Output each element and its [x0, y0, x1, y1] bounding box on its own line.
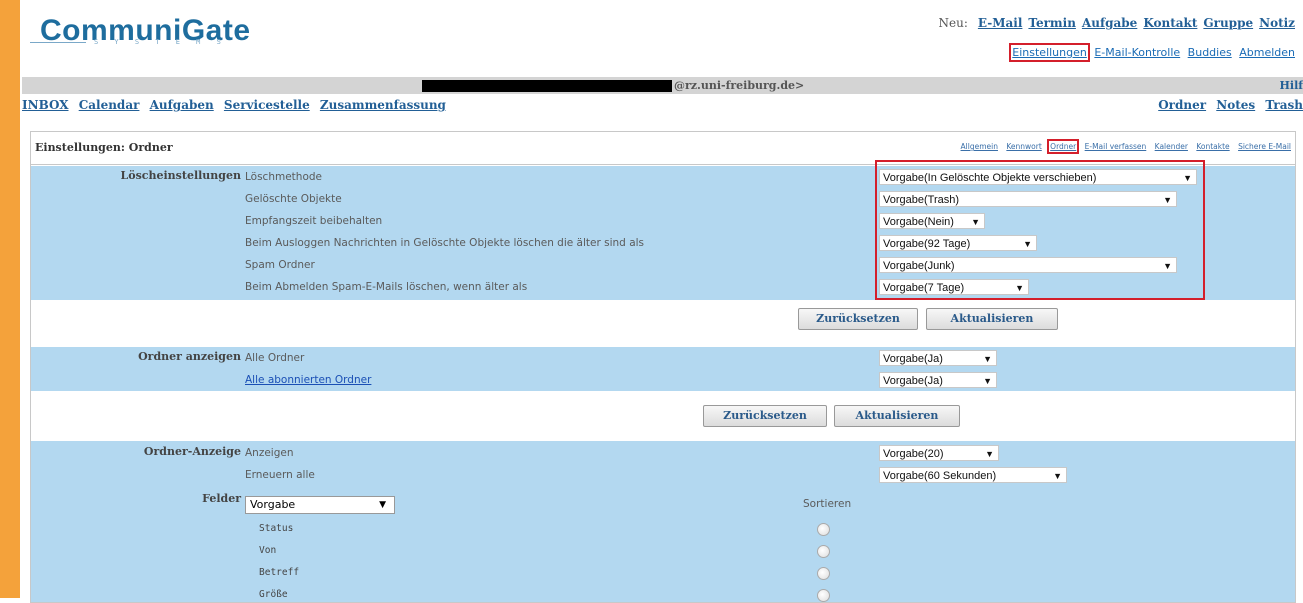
settings-panel: Einstellungen: Ordner Allgemein Kennwort…: [30, 131, 1296, 603]
email-control-link[interactable]: E-Mail-Kontrolle: [1094, 46, 1180, 59]
subscribed-folders-select[interactable]: Vorgabe(Ja) ▼: [879, 372, 997, 388]
tab-calendar[interactable]: Kalender: [1155, 142, 1188, 151]
help-link[interactable]: Hilf: [1280, 79, 1303, 92]
section-label: Löscheinstellungen: [120, 169, 241, 182]
update-button[interactable]: Aktualisieren: [926, 308, 1058, 330]
reset-button[interactable]: Zurücksetzen: [798, 308, 918, 330]
page-title: Einstellungen: Ordner: [35, 141, 173, 154]
nav-summary[interactable]: Zusammenfassung: [320, 98, 446, 112]
option-label: Empfangszeit beibehalten: [245, 215, 383, 227]
button-row: Zurücksetzen Aktualisieren: [31, 300, 1295, 338]
select-value: Vorgabe(Ja): [883, 375, 943, 387]
option-label: Beim Ausloggen Nachrichten in Gelöschte …: [245, 237, 645, 249]
logout-link[interactable]: Abmelden: [1239, 46, 1295, 59]
sort-radio[interactable]: [817, 589, 830, 602]
field-name: Betreff: [259, 567, 300, 578]
main-nav: INBOX Calendar Aufgaben Servicestelle Zu…: [22, 98, 452, 112]
new-task-link[interactable]: Aufgabe: [1082, 16, 1137, 30]
tab-password[interactable]: Kennwort: [1006, 142, 1041, 151]
refresh-interval-select[interactable]: Vorgabe(60 Sekunden) ▼: [879, 467, 1067, 483]
section-label: Ordner-Anzeige: [143, 445, 241, 458]
option-label: Gelöschte Objekte: [245, 193, 342, 205]
nav-notes[interactable]: Notes: [1216, 98, 1255, 112]
option-label: Löschmethode: [245, 171, 322, 183]
option-label: Alle Ordner: [245, 352, 305, 364]
nav-inbox[interactable]: INBOX: [22, 98, 69, 112]
select-value: Vorgabe(60 Sekunden): [883, 470, 997, 482]
nav-trash[interactable]: Trash: [1265, 98, 1303, 112]
select-value: Vorgabe(20): [883, 448, 944, 460]
field-name: Größe: [259, 589, 288, 600]
tab-folders[interactable]: Ordner: [1047, 139, 1080, 154]
select-value: Vorgabe(Ja): [883, 353, 943, 365]
tab-secure-email[interactable]: Sichere E-Mail: [1238, 142, 1291, 151]
option-label: Anzeigen: [245, 447, 294, 459]
chevron-down-icon: ▼: [985, 449, 994, 459]
chevron-down-icon: ▼: [983, 376, 992, 386]
logo-line: [30, 42, 86, 43]
new-email-link[interactable]: E-Mail: [978, 16, 1023, 30]
tab-compose[interactable]: E-Mail verfassen: [1085, 142, 1147, 151]
all-folders-select[interactable]: Vorgabe(Ja) ▼: [879, 350, 997, 366]
section-label: Ordner anzeigen: [138, 350, 241, 363]
chevron-down-icon: ▼: [379, 500, 386, 510]
logo-subtitle: S Y S T E M S: [94, 38, 227, 46]
sort-header: Sortieren: [803, 498, 852, 510]
subscribed-folders-link[interactable]: Alle abonnierten Ordner: [245, 374, 371, 386]
redacted-email: [422, 80, 672, 92]
page: CommuniGate S Y S T E M S Neu: E-Mail Term…: [22, 0, 1303, 603]
reset-button[interactable]: Zurücksetzen: [703, 405, 827, 427]
sort-radio[interactable]: [817, 545, 830, 558]
chevron-down-icon: ▼: [1053, 471, 1062, 481]
folder-display-section: Ordner-Anzeige Anzeigen Erneuern alle Vo…: [31, 441, 1295, 602]
new-label: Neu:: [938, 16, 968, 30]
nav-servicestelle[interactable]: Servicestelle: [224, 98, 310, 112]
accent-bar: [0, 0, 20, 598]
field-name: Status: [259, 523, 294, 534]
fields-select[interactable]: Vorgabe ▼: [245, 496, 395, 514]
chevron-down-icon: ▼: [983, 354, 992, 364]
sort-radio[interactable]: [817, 567, 830, 580]
new-note-link[interactable]: Notiz: [1259, 16, 1295, 30]
highlight-frame: [875, 160, 1205, 300]
nav-folders[interactable]: Ordner: [1158, 98, 1206, 112]
field-name: Von: [259, 545, 277, 556]
sort-radio[interactable]: [817, 523, 830, 536]
option-label: Spam Ordner: [245, 259, 315, 271]
delete-settings-section: Löscheinstellungen Löschmethode Gelöscht…: [31, 160, 1295, 300]
select-value: Vorgabe: [250, 498, 296, 511]
user-links: Einstellungen E-Mail-Kontrolle Buddies A…: [1008, 43, 1295, 62]
show-folders-section: Ordner anzeigen Alle Ordner Alle abonnie…: [31, 347, 1295, 391]
tab-general[interactable]: Allgemein: [961, 142, 998, 151]
option-label: Erneuern alle: [245, 469, 315, 481]
tab-contacts[interactable]: Kontakte: [1196, 142, 1229, 151]
new-contact-link[interactable]: Kontakt: [1143, 16, 1197, 30]
show-count-select[interactable]: Vorgabe(20) ▼: [879, 445, 999, 461]
new-item-links: Neu: E-Mail Termin Aufgabe Kontakt Gruppe Noti…: [939, 16, 1295, 30]
settings-link[interactable]: Einstellungen: [1009, 43, 1090, 62]
new-event-link[interactable]: Termin: [1028, 16, 1076, 30]
update-button[interactable]: Aktualisieren: [834, 405, 960, 427]
option-label: Beim Abmelden Spam-E-Mails löschen, wenn…: [245, 281, 528, 293]
button-row: Zurücksetzen Aktualisieren: [31, 393, 1295, 439]
nav-calendar[interactable]: Calendar: [79, 98, 140, 112]
nav-tasks[interactable]: Aufgaben: [150, 98, 214, 112]
fields-label: Felder: [202, 492, 241, 505]
buddies-link[interactable]: Buddies: [1188, 46, 1232, 59]
email-domain: @rz.uni-freiburg.de>: [674, 79, 805, 92]
folder-nav: Ordner Notes Trash: [1152, 98, 1303, 112]
new-group-link[interactable]: Gruppe: [1203, 16, 1253, 30]
settings-tabs: Allgemein Kennwort Ordner E-Mail verfass…: [955, 139, 1291, 154]
